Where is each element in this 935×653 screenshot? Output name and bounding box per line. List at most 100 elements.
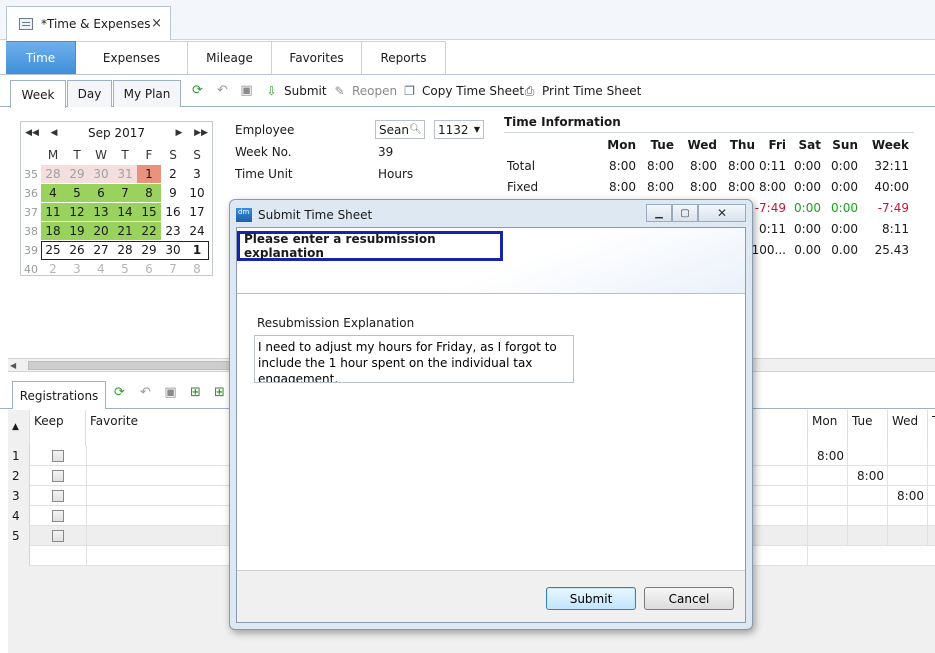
wed-cell[interactable] [888,506,928,526]
tab-reports[interactable]: Reports [362,41,446,74]
next-month-icon[interactable]: ▶ [172,128,186,138]
keep-checkbox[interactable] [52,490,64,502]
calendar-day[interactable]: 7 [113,184,137,202]
save-icon[interactable]: ▣ [163,385,178,400]
week-number[interactable]: 40 [21,260,41,278]
tue-cell[interactable]: 8:00 [848,466,888,486]
employee-number-select[interactable]: 1132 ▼ [434,120,484,139]
wed-cell[interactable] [888,466,928,486]
maximize-icon[interactable]: ▢ [672,204,698,222]
calendar-day[interactable]: 18 [41,222,65,240]
close-icon[interactable]: ✕ [698,204,746,222]
column-keep[interactable]: Keep [30,410,86,446]
calendar-day[interactable]: 23 [161,222,185,240]
calendar-day[interactable]: 27 [89,241,113,259]
tab-favorites[interactable]: Favorites [272,41,362,74]
calendar-day[interactable]: 25 [41,241,65,259]
search-icon[interactable]: 🔍︎ [409,124,422,135]
previous-month-icon[interactable]: ◀ [47,128,61,138]
first-month-icon[interactable]: ◀◀ [25,128,39,138]
tab-time[interactable]: Time [6,41,76,74]
tue-cell[interactable] [848,486,888,506]
mon-cell[interactable]: 8:00 [808,446,848,466]
calendar-day[interactable]: 9 [161,184,185,202]
calendar-day[interactable]: 1 [185,241,209,259]
calendar-day[interactable]: 22 [137,222,161,240]
chevron-down-icon[interactable]: ▼ [474,125,480,134]
mon-cell[interactable] [808,486,848,506]
refresh-icon[interactable]: ⟳ [112,385,127,400]
tab-mileage[interactable]: Mileage [188,41,272,74]
calendar-day[interactable]: 2 [41,260,65,278]
week-number[interactable]: 35 [21,165,41,183]
column-tue[interactable]: Tue [848,410,888,446]
resubmission-explanation-input[interactable]: I need to adjust my hours for Friday, as… [254,335,574,383]
copy-time-sheet-button[interactable]: ❐ Copy Time Sheet [402,82,524,100]
keep-checkbox[interactable] [52,450,64,462]
calendar-day[interactable]: 15 [137,203,161,221]
keep-checkbox[interactable] [52,470,64,482]
tue-cell[interactable] [848,506,888,526]
calendar-day[interactable]: 13 [89,203,113,221]
calendar-day[interactable]: 10 [185,184,209,202]
calendar-day[interactable]: 19 [65,222,89,240]
tue-cell[interactable] [848,526,888,546]
dialog-submit-button[interactable]: Submit [546,587,636,610]
week-number[interactable]: 38 [21,222,41,240]
wed-cell[interactable]: 8:00 [888,486,928,506]
mon-cell[interactable] [808,526,848,546]
sort-icon[interactable]: ▲ [8,410,30,446]
tue-cell[interactable] [848,446,888,466]
employee-search-input[interactable]: Sean 🔍︎ [375,120,425,139]
calendar-day[interactable]: 14 [113,203,137,221]
calendar-day[interactable]: 26 [65,241,89,259]
tab-registrations[interactable]: Registrations [12,381,106,409]
calendar-day[interactable]: 17 [185,203,209,221]
tab-week[interactable]: Week [10,80,66,108]
wed-cell[interactable] [888,526,928,546]
calendar-day[interactable]: 30 [89,165,113,183]
scroll-left-icon[interactable]: ◀ [10,361,16,370]
document-tab[interactable]: *Time & Expenses × [6,6,171,40]
calendar-day[interactable]: 28 [113,241,137,259]
print-time-sheet-button[interactable]: ⎙ Print Time Sheet [522,82,642,100]
week-number[interactable]: 37 [21,203,41,221]
calendar-day[interactable]: 1 [137,165,161,183]
calendar-day[interactable]: 24 [185,222,209,240]
week-number[interactable]: 39 [21,241,41,259]
tab-day[interactable]: Day [67,80,112,107]
column-wed[interactable]: Wed [888,410,928,446]
save-icon[interactable]: ▣ [239,83,254,98]
keep-checkbox[interactable] [52,510,64,522]
calendar-day[interactable]: 6 [89,184,113,202]
tab-my-plan[interactable]: My Plan [113,80,181,107]
calendar-day[interactable]: 4 [41,184,65,202]
tab-expenses[interactable]: Expenses [76,41,188,74]
last-month-icon[interactable]: ▶▶ [194,128,208,138]
undo-icon[interactable]: ↶ [138,385,153,400]
mon-cell[interactable] [808,466,848,486]
calendar-day[interactable]: 16 [161,203,185,221]
calendar-day[interactable]: 3 [65,260,89,278]
calendar-day[interactable]: 8 [137,184,161,202]
calendar-day[interactable]: 20 [89,222,113,240]
refresh-icon[interactable]: ⟳ [190,83,205,98]
calendar-day[interactable]: 29 [137,241,161,259]
calendar-day[interactable]: 4 [89,260,113,278]
calendar-day[interactable]: 5 [65,184,89,202]
close-icon[interactable]: × [151,16,162,31]
column-mon[interactable]: Mon [808,410,848,446]
calendar-day[interactable]: 31 [113,165,137,183]
calendar-day[interactable]: 7 [161,260,185,278]
mon-cell[interactable] [808,506,848,526]
column-thu[interactable]: T [928,410,935,446]
wed-cell[interactable] [888,446,928,466]
calendar-day[interactable]: 30 [161,241,185,259]
reopen-button[interactable]: ✎ Reopen [332,82,397,100]
calendar-day[interactable]: 2 [161,165,185,183]
calendar-day[interactable]: 29 [65,165,89,183]
add-favorite-icon[interactable]: ⊞ [212,385,227,400]
calendar-day[interactable]: 11 [41,203,65,221]
calendar-day[interactable]: 28 [41,165,65,183]
calendar-day[interactable]: 5 [113,260,137,278]
